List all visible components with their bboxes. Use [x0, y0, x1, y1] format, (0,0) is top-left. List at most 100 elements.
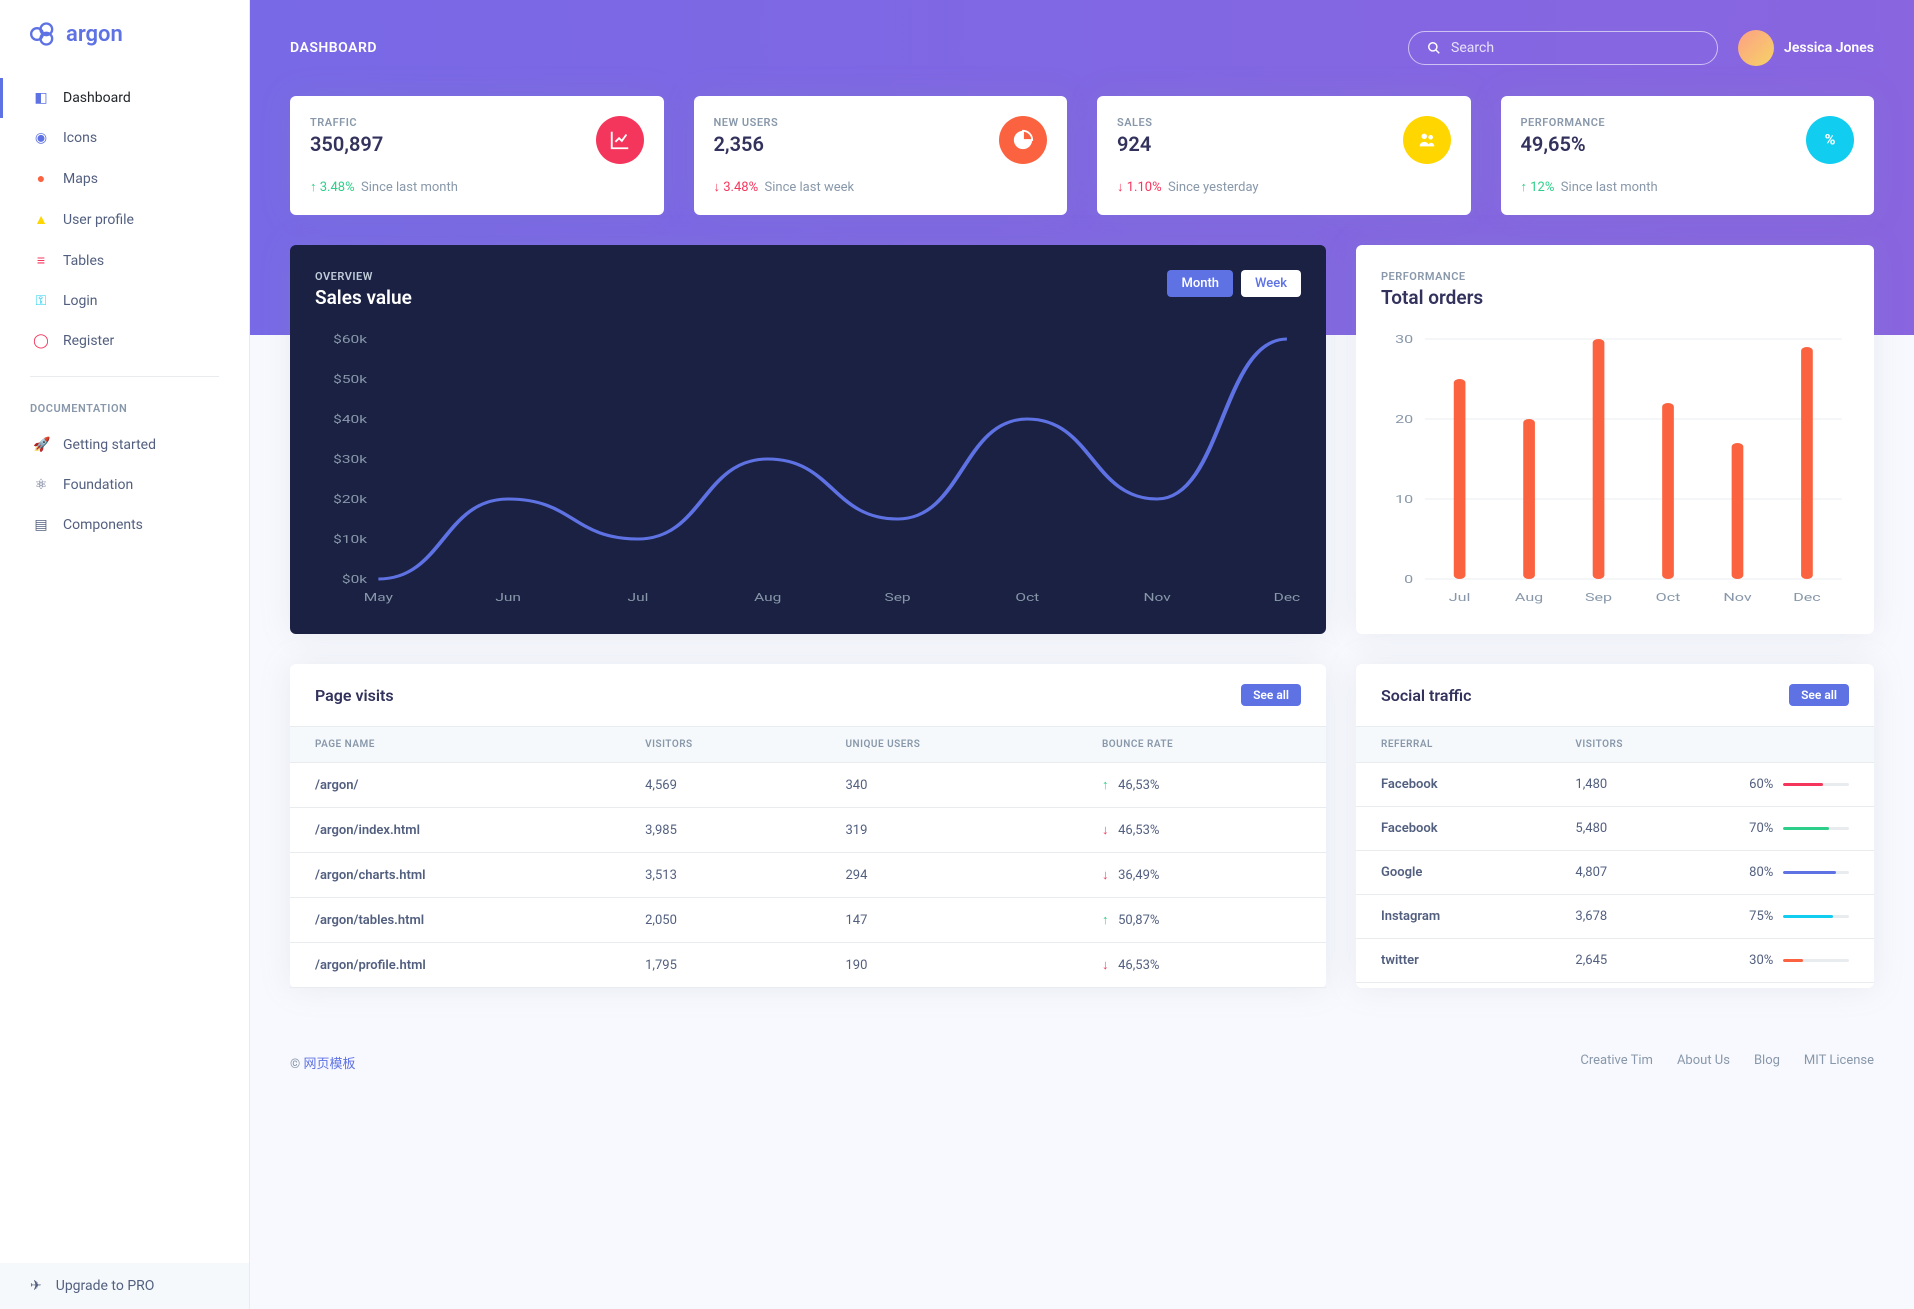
table-row[interactable]: /argon/4,569340↑ 46,53% — [290, 763, 1326, 808]
svg-text:Oct: Oct — [1015, 592, 1039, 604]
column-header — [1724, 727, 1874, 763]
toggle-month[interactable]: Month — [1167, 270, 1233, 297]
logo-icon — [30, 20, 58, 48]
page-name: /argon/index.html — [290, 808, 620, 853]
bounce: ↓ 36,49% — [1077, 853, 1326, 898]
svg-text:Jul: Jul — [1449, 591, 1471, 604]
table-row[interactable]: Facebook1,48060% — [1356, 763, 1874, 807]
page-name: /argon/profile.html — [290, 943, 620, 988]
nav-label: Login — [63, 293, 98, 309]
table-row[interactable]: /argon/index.html3,985319↓ 46,53% — [290, 808, 1326, 853]
doc-label: Foundation — [63, 477, 133, 493]
toggle-week[interactable]: Week — [1241, 270, 1301, 297]
svg-text:Sep: Sep — [884, 592, 910, 604]
table-row[interactable]: Instagram3,67875% — [1356, 895, 1874, 939]
svg-text:30: 30 — [1395, 333, 1413, 346]
table-row[interactable]: /argon/profile.html1,795190↓ 46,53% — [290, 943, 1326, 988]
table-row[interactable]: Google4,80780% — [1356, 851, 1874, 895]
doc-icon: 🚀 — [33, 437, 49, 453]
bounce: ↑ 46,53% — [1077, 763, 1326, 808]
sidebar-item-maps[interactable]: ●Maps — [0, 158, 249, 199]
table-row[interactable]: twitter2,64530% — [1356, 939, 1874, 983]
search-box[interactable] — [1408, 31, 1718, 65]
nav-icon: ◯ — [33, 333, 49, 349]
stat-icon — [596, 116, 644, 164]
page-name: /argon/tables.html — [290, 898, 620, 943]
footer-brand[interactable]: 网页模板 — [303, 1057, 355, 1072]
stat-value: 2,356 — [714, 132, 779, 156]
footer-link[interactable]: About Us — [1677, 1053, 1730, 1072]
search-input[interactable] — [1451, 40, 1699, 56]
svg-text:%: % — [1825, 131, 1836, 149]
referral: Facebook — [1356, 807, 1550, 851]
svg-text:20: 20 — [1395, 413, 1413, 426]
progress: 80% — [1724, 851, 1874, 895]
sidebar-item-icons[interactable]: ◉Icons — [0, 118, 249, 158]
avatar — [1738, 30, 1774, 66]
unique: 294 — [820, 853, 1076, 898]
sidebar-item-register[interactable]: ◯Register — [0, 321, 249, 361]
footer-link[interactable]: MIT License — [1804, 1053, 1874, 1072]
stat-label: SALES — [1117, 116, 1152, 129]
doc-item-foundation[interactable]: ⚛Foundation — [0, 465, 249, 505]
page-name: /argon/charts.html — [290, 853, 620, 898]
stat-delta: ↑ 12% Since last month — [1521, 179, 1855, 195]
svg-text:$40k: $40k — [333, 414, 367, 426]
svg-text:Nov: Nov — [1143, 592, 1171, 604]
send-icon: ✈ — [30, 1278, 42, 1294]
nav-label: Dashboard — [63, 90, 131, 106]
page-title: DASHBOARD — [290, 40, 377, 56]
nav-icon: ▲ — [33, 211, 49, 228]
column-header: VISITORS — [1550, 727, 1724, 763]
stat-delta: ↓ 3.48% Since last week — [714, 179, 1048, 195]
doc-item-getting-started[interactable]: 🚀Getting started — [0, 425, 249, 465]
svg-text:Nov: Nov — [1723, 591, 1752, 604]
svg-text:$0k: $0k — [342, 574, 367, 586]
svg-text:Aug: Aug — [1515, 591, 1543, 604]
upgrade-link[interactable]: ✈ Upgrade to PRO — [0, 1263, 249, 1309]
upgrade-label: Upgrade to PRO — [56, 1278, 155, 1294]
stat-value: 350,897 — [310, 132, 383, 156]
sales-title: Sales value — [315, 286, 412, 309]
sidebar-item-user-profile[interactable]: ▲ User profile — [0, 199, 249, 240]
footer-link[interactable]: Blog — [1754, 1053, 1780, 1072]
doc-item-components[interactable]: ▤ Components — [0, 505, 249, 545]
stat-card-0: TRAFFIC350,897↑ 3.48% Since last month — [290, 96, 664, 215]
sidebar-item-login[interactable]: ⚿ Login — [0, 281, 249, 321]
nav-label: User profile — [63, 212, 134, 228]
referral: Facebook — [1356, 763, 1550, 807]
column-header: REFERRAL — [1356, 727, 1550, 763]
svg-text:$20k: $20k — [333, 494, 367, 506]
table-row[interactable]: Facebook5,48070% — [1356, 807, 1874, 851]
visitors: 4,807 — [1550, 851, 1724, 895]
visitors: 3,678 — [1550, 895, 1724, 939]
table-row[interactable]: /argon/charts.html3,513294↓ 36,49% — [290, 853, 1326, 898]
doc-label: Components — [63, 517, 143, 533]
sidebar-item-tables[interactable]: ≡Tables — [0, 240, 249, 281]
sidebar-item-dashboard[interactable]: ◧Dashboard — [0, 78, 249, 118]
orders-chart-card: PERFORMANCE Total orders 0102030JulAugSe… — [1356, 245, 1874, 634]
bounce: ↓ 46,53% — [1077, 943, 1326, 988]
table-row[interactable]: /argon/tables.html2,050147↑ 50,87% — [290, 898, 1326, 943]
unique: 340 — [820, 763, 1076, 808]
brand-logo[interactable]: argon — [0, 0, 249, 68]
footer-link[interactable]: Creative Tim — [1580, 1053, 1653, 1072]
svg-text:May: May — [364, 592, 394, 604]
user-menu[interactable]: Jessica Jones — [1738, 30, 1874, 66]
stat-delta: ↓ 1.10% Since yesterday — [1117, 179, 1451, 195]
visitors: 2,050 — [620, 898, 820, 943]
column-header: PAGE NAME — [290, 727, 620, 763]
svg-text:Jun: Jun — [495, 592, 521, 604]
see-all-visits[interactable]: See all — [1241, 684, 1301, 706]
referral: Google — [1356, 851, 1550, 895]
visitors: 2,645 — [1550, 939, 1724, 983]
social-traffic-card: Social traffic See all REFERRALVISITORSF… — [1356, 664, 1874, 988]
nav-icon: ⚿ — [33, 293, 49, 309]
doc-heading: DOCUMENTATION — [0, 392, 249, 425]
visitors: 4,569 — [620, 763, 820, 808]
doc-icon: ▤ — [33, 517, 49, 533]
svg-text:$60k: $60k — [333, 334, 367, 346]
see-all-social[interactable]: See all — [1789, 684, 1849, 706]
svg-text:Oct: Oct — [1656, 591, 1681, 604]
bounce: ↑ 50,87% — [1077, 898, 1326, 943]
